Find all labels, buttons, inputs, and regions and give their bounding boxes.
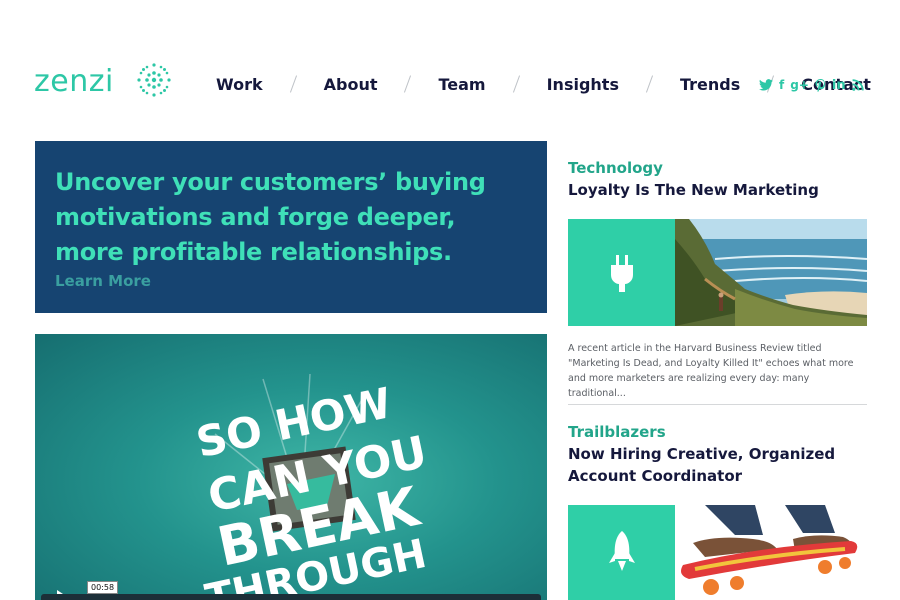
video-player[interactable]: SO HOW CAN YOU BREAK THROUGH 00:58 — [35, 334, 547, 600]
rocket-icon — [608, 530, 635, 571]
logo-burst-icon — [137, 63, 171, 97]
nav-item-about[interactable]: About — [324, 75, 378, 94]
video-thumbnail: SO HOW CAN YOU BREAK THROUGH — [192, 373, 431, 600]
learn-more-link[interactable]: Learn More — [55, 272, 151, 290]
linkedin-icon[interactable]: in — [832, 77, 846, 93]
social-links: f g+ in — [759, 76, 864, 94]
nav-separator — [512, 75, 520, 93]
article-icon-tile[interactable] — [568, 505, 675, 600]
nav-item-team[interactable]: Team — [438, 75, 485, 94]
article-icon-tile[interactable] — [568, 219, 675, 326]
pinterest-icon[interactable] — [815, 77, 826, 93]
article-excerpt: A recent article in the Harvard Business… — [568, 343, 854, 399]
facebook-icon[interactable]: f — [779, 77, 784, 93]
logo-wordmark: zenzi — [34, 64, 114, 99]
article-title[interactable]: Loyalty Is The New Marketing — [568, 179, 868, 201]
skateboard-photo[interactable] — [675, 505, 867, 600]
nav-item-insights[interactable]: Insights — [547, 75, 619, 94]
article-title[interactable]: Now Hiring Creative, Organized Account C… — [568, 443, 868, 487]
google-plus-icon[interactable]: g+ — [790, 77, 809, 93]
hero-headline: Uncover your customers’ buying motivatio… — [55, 168, 486, 266]
nav-item-work[interactable]: Work — [216, 75, 263, 94]
video-progress-bar[interactable] — [41, 594, 541, 600]
hero-banner: Uncover your customers’ buying motivatio… — [35, 141, 547, 313]
article-category[interactable]: Technology — [568, 159, 663, 177]
twitter-icon[interactable] — [759, 77, 773, 93]
nav-separator — [289, 75, 297, 93]
plug-icon — [610, 254, 633, 292]
video-timestamp: 00:58 — [87, 581, 119, 594]
rss-icon[interactable] — [851, 77, 864, 93]
nav-separator — [404, 75, 412, 93]
logo[interactable]: zenzi — [34, 62, 114, 102]
nav-separator — [645, 75, 654, 93]
article-divider — [568, 404, 867, 405]
article-category[interactable]: Trailblazers — [568, 423, 666, 441]
nav-item-trends[interactable]: Trends — [680, 75, 740, 94]
coastal-cliff-photo[interactable] — [675, 219, 867, 326]
